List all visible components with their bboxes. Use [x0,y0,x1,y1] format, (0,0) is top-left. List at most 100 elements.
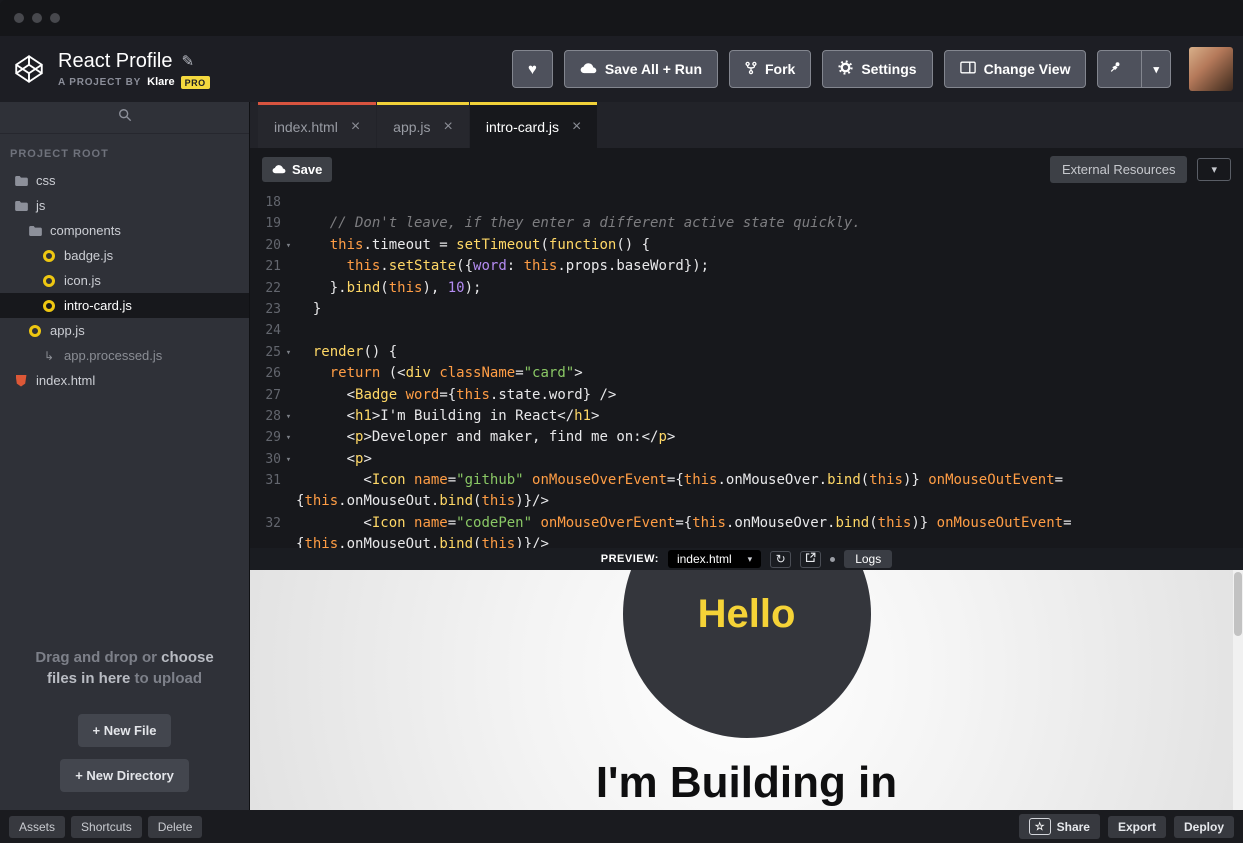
open-preview-external-button[interactable] [800,551,821,568]
project-title-block: React Profile ✎ A PROJECT BY Klare PRO [58,50,210,89]
line-number: 26 [253,365,281,386]
logs-button[interactable]: Logs [844,550,892,568]
fold-toggle-icon [281,472,296,493]
code-line-19: 19 // Don't leave, if they enter a diffe… [250,215,1243,236]
sidebar-item-app.js[interactable]: app.js [0,318,249,343]
line-number: 30 [253,451,281,472]
assets-button[interactable]: Assets [9,816,65,838]
chevron-down-icon: ▾ [1153,63,1159,76]
preview-bar: PREVIEW: index.html ▾ ↻ Logs [250,548,1243,570]
file-name: css [36,173,56,188]
preview-label: PREVIEW: [601,553,659,565]
upload-area: Drag and drop or choose files in here to… [0,647,249,811]
sidebar-item-icon.js[interactable]: icon.js [0,268,249,293]
fold-toggle-icon [281,515,296,536]
file-name: app.processed.js [64,348,162,363]
change-view-button[interactable]: Change View [944,50,1087,88]
line-number: 20 [253,237,281,258]
pin-button[interactable] [1098,51,1133,87]
fold-toggle-icon[interactable]: ▾ [281,237,296,258]
cloud-icon [580,62,597,77]
sidebar-item-components[interactable]: components [0,218,249,243]
pro-badge: PRO [181,76,210,89]
folder-icon [14,176,28,186]
pin-dropdown-button[interactable]: ▾ [1141,51,1170,87]
file-tree: css jscomponents badge.js icon.jsintro-card… [0,168,249,393]
close-tab-icon[interactable]: × [444,119,453,135]
pin-icon [1109,61,1122,77]
fold-toggle-icon [281,387,296,408]
shortcuts-button[interactable]: Shortcuts [71,816,142,838]
export-button[interactable]: Export [1108,816,1166,838]
window-minimize-button[interactable] [32,13,42,23]
js-file-icon [43,300,55,312]
project-root-label: PROJECT ROOT [0,134,249,168]
fork-button[interactable]: Fork [729,50,811,88]
fold-toggle-icon [281,365,296,386]
code-line-continuation: {this.onMouseOut.bind(this)}/> [250,493,1243,514]
window-maximize-button[interactable] [50,13,60,23]
tab-intro-card.js[interactable]: intro-card.js× [470,102,597,148]
avatar[interactable] [1189,47,1233,91]
fold-toggle-icon [281,322,296,343]
sidebar-item-app.processed.js[interactable]: ↳ app.processed.js [0,343,249,368]
sidebar-item-css[interactable]: css [0,168,249,193]
author-name[interactable]: Klare [147,76,175,88]
new-directory-button[interactable]: + New Directory [60,759,189,792]
chevron-down-icon: ▾ [748,554,753,565]
fold-toggle-icon[interactable]: ▾ [281,344,296,365]
fold-toggle-icon[interactable]: ▾ [281,408,296,429]
sidebar-item-index.html[interactable]: index.html [0,368,249,393]
edit-title-icon[interactable]: ✎ [182,52,195,70]
new-file-button[interactable]: + New File [78,714,172,747]
refresh-preview-button[interactable]: ↻ [770,551,791,568]
sidebar-item-js[interactable]: js [0,193,249,218]
preview-heading: I'm Building in [596,758,897,808]
cloud-icon [272,162,286,177]
fold-toggle-icon [281,194,296,215]
code-line-24: 24 [250,322,1243,343]
line-number: 27 [253,387,281,408]
deploy-button[interactable]: Deploy [1174,816,1234,838]
line-number [253,536,281,548]
delete-button[interactable]: Delete [148,816,203,838]
fold-toggle-icon[interactable]: ▾ [281,429,296,450]
file-name: badge.js [64,248,113,263]
settings-button[interactable]: Settings [822,50,932,88]
window-close-button[interactable] [14,13,24,23]
code-line-28: 28▾ <h1>I'm Building in React</h1> [250,408,1243,429]
code-line-23: 23 } [250,301,1243,322]
collapse-editor-button[interactable]: ▾ [1197,158,1231,181]
code-line-32: 32 <Icon name="codePen" onMouseOverEvent… [250,515,1243,536]
code-line-29: 29▾ <p>Developer and maker, find me on:<… [250,429,1243,450]
preview-file-select[interactable]: index.html ▾ [668,550,761,568]
close-tab-icon[interactable]: × [572,119,581,135]
generated-file-arrow-icon: ↳ [42,349,56,363]
share-button[interactable]: ☆ Share [1019,814,1100,839]
codepen-logo-icon[interactable] [12,52,46,86]
fold-toggle-icon[interactable]: ▾ [281,451,296,472]
code-area[interactable]: 1819 // Don't leave, if they enter a dif… [250,190,1243,548]
love-button[interactable]: ♥ [512,50,553,88]
tab-app.js[interactable]: app.js× [377,102,469,148]
code-line-26: 26 return (<div className="card"> [250,365,1243,386]
preview-divider-dot [830,557,835,562]
footer-right-buttons: ☆ Share Export Deploy [1019,814,1234,839]
code-line-31: 31 <Icon name="github" onMouseOverEvent=… [250,472,1243,493]
close-tab-icon[interactable]: × [351,119,360,135]
preview-scrollbar-thumb[interactable] [1234,572,1242,636]
external-resources-button[interactable]: External Resources [1050,156,1187,183]
line-number: 23 [253,301,281,322]
search-input[interactable] [0,102,249,134]
js-file-icon [43,250,55,262]
js-file-icon [29,325,41,337]
main-content: PROJECT ROOT css jscomponents badge.js icon… [0,102,1243,810]
sidebar-item-intro-card.js[interactable]: intro-card.js [0,293,249,318]
save-all-run-button[interactable]: Save All + Run [564,50,718,88]
save-button[interactable]: Save [262,157,332,182]
file-name: app.js [50,323,85,338]
sidebar-item-badge.js[interactable]: badge.js [0,243,249,268]
preview-scrollbar [1233,570,1243,810]
line-number: 21 [253,258,281,279]
tab-index.html[interactable]: index.html× [258,102,376,148]
